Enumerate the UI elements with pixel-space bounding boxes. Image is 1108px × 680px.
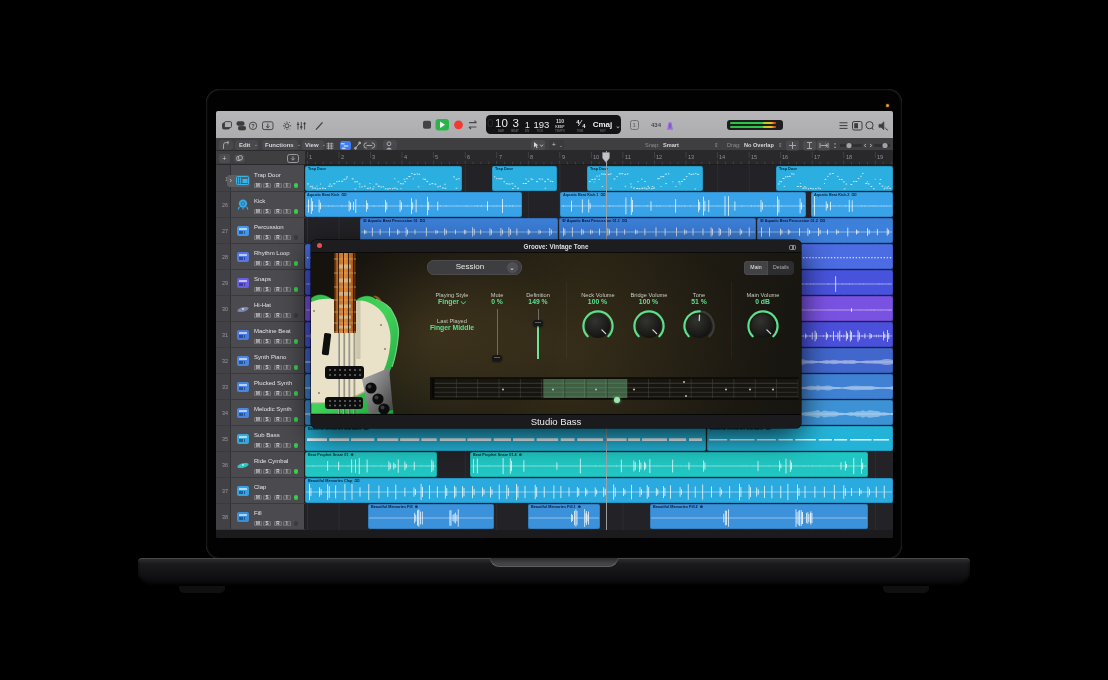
svg-text:?: ? (251, 123, 255, 129)
